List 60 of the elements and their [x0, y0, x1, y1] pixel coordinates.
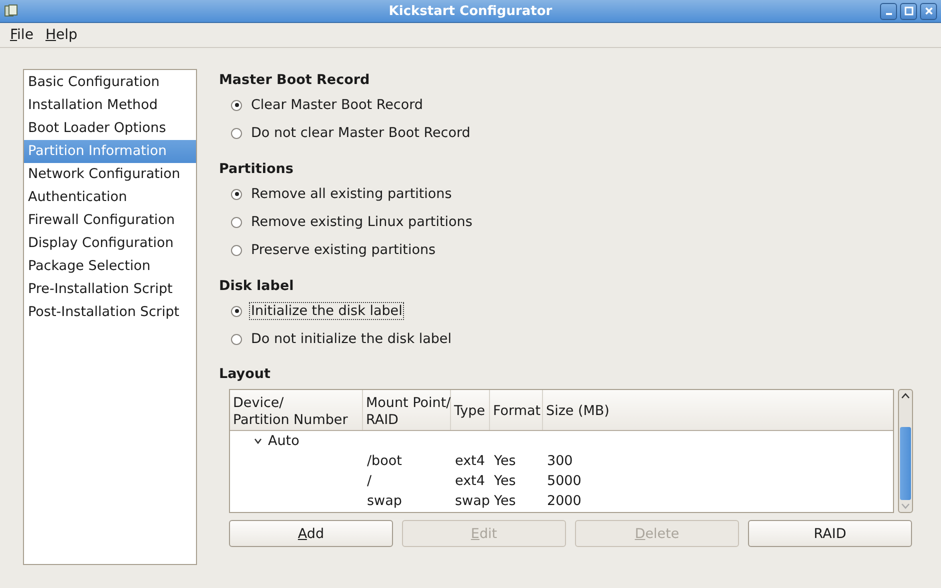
option-label[interactable]: Do not clear Master Boot Record — [249, 124, 472, 142]
scrollbar[interactable] — [898, 389, 913, 513]
sidebar-item[interactable]: Pre-Installation Script — [24, 278, 196, 301]
minimize-icon — [886, 13, 892, 15]
section-heading: Partitions — [219, 160, 294, 179]
section-heading: Disk label — [219, 277, 295, 296]
table-cell-text: 2000 — [546, 493, 582, 509]
column-header[interactable]: Format — [490, 390, 543, 430]
expander-icon[interactable] — [254, 437, 262, 445]
sidebar-item[interactable]: Post-Installation Script — [24, 301, 196, 324]
column-header[interactable]: Type — [451, 390, 490, 430]
sidebar-item[interactable]: Boot Loader Options — [24, 117, 196, 140]
table-cell-text: swap — [454, 493, 490, 509]
column-header[interactable]: Device/ Partition Number — [230, 390, 363, 430]
column-header[interactable]: Size (MB) — [543, 390, 623, 430]
table-cell-text: Yes — [493, 453, 517, 469]
sidebar-item[interactable]: Network Configuration — [24, 163, 196, 186]
sidebar-item[interactable]: Authentication — [24, 186, 196, 209]
option-label[interactable]: Remove all existing partitions — [249, 185, 454, 203]
action-button[interactable]: RAID — [748, 520, 912, 547]
app-icon — [4, 4, 18, 18]
option-label[interactable]: Clear Master Boot Record — [249, 96, 425, 114]
section-heading: Layout — [219, 365, 272, 384]
maximize-icon — [904, 6, 914, 16]
table-cell-text: ext4 — [454, 473, 486, 489]
action-button[interactable]: Add — [229, 520, 393, 547]
radio-button[interactable] — [231, 244, 242, 256]
maximize-button[interactable] — [900, 2, 917, 20]
radio-button[interactable] — [231, 188, 242, 200]
table-cell-text: 300 — [546, 453, 574, 469]
table-cell-text: ext4 — [454, 453, 486, 469]
sidebar-item[interactable]: Installation Method — [24, 94, 196, 117]
sidebar-item[interactable]: Basic Configuration — [24, 71, 196, 94]
option-label[interactable]: Do not initialize the disk label — [249, 330, 454, 348]
table-cell-text: / — [366, 473, 373, 489]
menu-item[interactable]: File — [4, 27, 40, 43]
close-icon — [924, 6, 934, 16]
table-cell-text: Yes — [493, 473, 517, 489]
option-label[interactable]: Initialize the disk label — [249, 302, 404, 320]
option-label[interactable]: Remove existing Linux partitions — [249, 213, 474, 231]
table-cell: Auto — [268, 433, 300, 449]
table-cell-text: /boot — [366, 453, 403, 469]
table-cell-text: 5000 — [546, 473, 582, 489]
radio-button[interactable] — [231, 334, 242, 344]
minimize-button[interactable] — [880, 2, 897, 20]
radio-button[interactable] — [231, 100, 242, 110]
sidebar-item[interactable]: Package Selection — [24, 255, 196, 278]
radio-button[interactable] — [231, 216, 242, 228]
column-header[interactable]: Mount Point/ RAID — [363, 390, 451, 430]
table-cell-text: Yes — [493, 493, 517, 509]
table-cell-text: swap — [366, 493, 403, 509]
section-heading: Master Boot Record — [219, 71, 371, 90]
option-label[interactable]: Preserve existing partitions — [249, 241, 438, 259]
sidebar-item[interactable]: Display Configuration — [24, 232, 196, 255]
menu-item[interactable]: Help — [39, 27, 84, 43]
radio-button[interactable] — [231, 128, 242, 138]
window-title: Kickstart Configurator — [388, 4, 552, 18]
close-button[interactable] — [920, 2, 937, 20]
sidebar-item[interactable]: Firewall Configuration — [24, 209, 196, 232]
radio-button[interactable] — [231, 306, 242, 316]
